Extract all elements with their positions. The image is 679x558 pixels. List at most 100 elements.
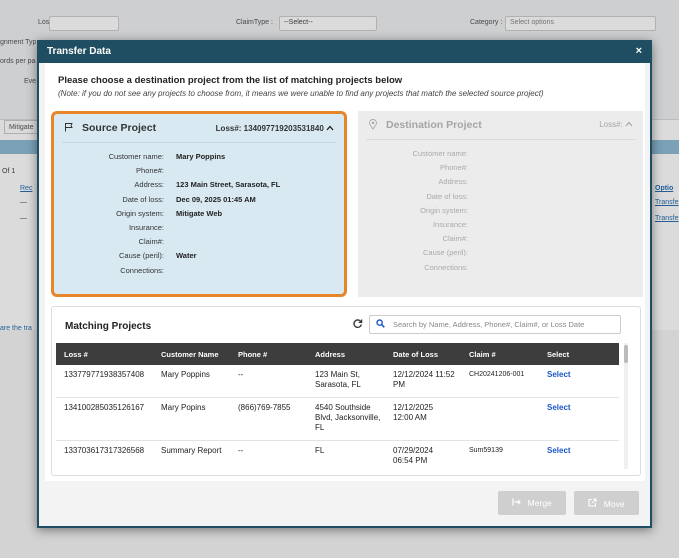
table-row: 134100285035126167 Mary Popins (866)769-… — [56, 398, 619, 441]
search-placeholder: Search by Name, Address, Phone#, Claim#,… — [393, 320, 585, 329]
column-header-claim: Claim # — [469, 350, 496, 359]
destination-field-row: Cause (peril): — [358, 248, 643, 259]
source-field-row: Insurance: — [54, 223, 344, 234]
source-field-value: Mary Poppins — [176, 152, 226, 161]
external-link-icon — [588, 498, 599, 509]
modal-header: Transfer Data × — [39, 42, 650, 63]
destination-field-label: Claim#: — [442, 234, 468, 244]
move-button-label: Move — [603, 499, 625, 509]
source-field-value: Dec 09, 2025 01:45 AM — [176, 194, 256, 204]
destination-field-row: Address: — [358, 177, 643, 188]
chevron-up-icon[interactable] — [625, 120, 633, 129]
column-header-address: Address — [315, 350, 346, 359]
select-link[interactable]: Select — [547, 403, 571, 413]
row-customer-name: Summary Report — [161, 446, 222, 455]
location-pin-icon — [368, 119, 378, 133]
row-address: FL — [315, 446, 325, 455]
row-date-of-loss: 12/12/2024 11:52 PM — [393, 370, 455, 389]
destination-loss-number[interactable]: Loss#: — [599, 120, 633, 129]
column-header-customer-name: Customer Name — [161, 350, 219, 359]
destination-field-label: Phone#: — [440, 163, 468, 173]
destination-field-label: Cause (peril): — [422, 248, 468, 258]
destination-field-row: Claim#: — [358, 234, 643, 245]
matching-projects-title: Matching Projects — [65, 321, 152, 332]
destination-field-label: Insurance: — [432, 220, 468, 229]
source-field-label: Phone#: — [136, 166, 164, 176]
row-customer-name: Mary Poppins — [161, 370, 210, 379]
destination-divider — [366, 139, 635, 140]
source-loss-number[interactable]: Loss#: 134097719203531840 — [216, 123, 334, 133]
source-field-row: Cause (peril): Water — [54, 251, 344, 262]
column-header-phone: Phone # — [238, 350, 268, 359]
destination-field-row: Connections: — [358, 263, 643, 274]
merge-icon — [512, 498, 523, 508]
source-field-row: Origin system: Mitigate Web — [54, 209, 344, 220]
destination-field-row: Phone#: — [358, 163, 643, 174]
source-loss-label: Loss#: 134097719203531840 — [215, 124, 324, 133]
modal-title: Transfer Data — [47, 46, 111, 57]
row-phone: (866)769-7855 — [238, 403, 291, 412]
source-field-label: Customer name: — [108, 152, 164, 161]
source-field-label: Connections: — [120, 265, 164, 275]
source-field-label: Address: — [134, 180, 164, 190]
select-link[interactable]: Select — [547, 370, 571, 380]
search-icon — [376, 319, 385, 330]
instruction-text: Please choose a destination project from… — [58, 75, 403, 86]
move-button[interactable]: Move — [574, 491, 639, 515]
destination-project-panel: Destination Project Loss#: Customer name… — [358, 111, 643, 297]
destination-project-title: Destination Project — [386, 119, 482, 131]
refresh-icon[interactable] — [352, 318, 363, 332]
destination-loss-label: Loss#: — [599, 120, 623, 129]
row-claim-number: Sum59139 — [469, 447, 503, 454]
row-loss-number: 134100285035126167 — [64, 403, 145, 412]
source-project-panel: Source Project Loss#: 134097719203531840… — [51, 111, 347, 297]
scrollbar-thumb[interactable] — [624, 345, 628, 363]
row-customer-name: Mary Popins — [161, 403, 206, 412]
source-field-value: 123 Main Street, Sarasota, FL — [176, 180, 281, 190]
destination-field-row: Date of loss: — [358, 192, 643, 203]
search-input[interactable]: Search by Name, Address, Phone#, Claim#,… — [369, 315, 621, 334]
source-project-title: Source Project — [82, 122, 157, 134]
row-phone: -- — [238, 370, 244, 379]
source-field-row: Date of loss: Dec 09, 2025 01:45 AM — [54, 195, 344, 206]
source-field-label: Origin system: — [116, 208, 164, 218]
destination-field-row: Origin system: — [358, 206, 643, 217]
select-link[interactable]: Select — [547, 446, 571, 456]
matching-projects-card: Matching Projects Search by Name, Addres… — [51, 306, 641, 476]
source-divider — [62, 142, 336, 143]
source-field-row: Address: 123 Main Street, Sarasota, FL — [54, 180, 344, 191]
close-icon[interactable]: × — [636, 45, 642, 57]
flag-icon — [64, 122, 74, 135]
merge-button-label: Merge — [527, 498, 552, 508]
source-field-row: Claim#: — [54, 237, 344, 248]
source-field-row: Phone#: — [54, 166, 344, 177]
row-date-of-loss: 07/29/2024 06:54 PM — [393, 446, 434, 465]
source-field-value: Mitigate Web — [176, 208, 223, 218]
source-field-row: Customer name: Mary Poppins — [54, 152, 344, 163]
source-field-label: Cause (peril): — [118, 251, 164, 261]
row-address: 123 Main St, Sarasota, FL — [315, 370, 361, 389]
source-field-row: Connections: — [54, 266, 344, 277]
source-field-label: Date of loss: — [122, 194, 164, 204]
table-row: 133703617317326568 Summary Report -- FL … — [56, 441, 619, 475]
column-header-loss: Loss # — [64, 350, 88, 359]
source-field-label: Insurance: — [128, 223, 164, 232]
destination-field-label: Customer name: — [412, 149, 468, 158]
row-loss-number: 133703617317326568 — [64, 446, 145, 455]
row-loss-number: 133779771938357408 — [64, 370, 145, 379]
source-field-value: Water — [176, 251, 197, 261]
merge-button[interactable]: Merge — [498, 491, 566, 515]
matching-table-header: Loss # Customer Name Phone # Address Dat… — [56, 343, 619, 365]
chevron-up-icon[interactable] — [326, 123, 334, 133]
row-date-of-loss: 12/12/2025 12:00 AM — [393, 403, 434, 422]
table-row: 133779771938357408 Mary Poppins -- 123 M… — [56, 365, 619, 398]
modal-body: Please choose a destination project from… — [45, 63, 645, 481]
row-phone: -- — [238, 446, 244, 455]
destination-field-label: Connections: — [424, 262, 468, 272]
destination-field-row: Insurance: — [358, 220, 643, 231]
instruction-note: (Note: if you do not see any projects to… — [58, 89, 544, 98]
destination-field-label: Date of loss: — [426, 191, 468, 201]
table-scrollbar[interactable] — [624, 343, 628, 469]
destination-field-label: Origin system: — [420, 205, 468, 215]
transfer-data-modal: Transfer Data × Please choose a destinat… — [37, 40, 652, 528]
